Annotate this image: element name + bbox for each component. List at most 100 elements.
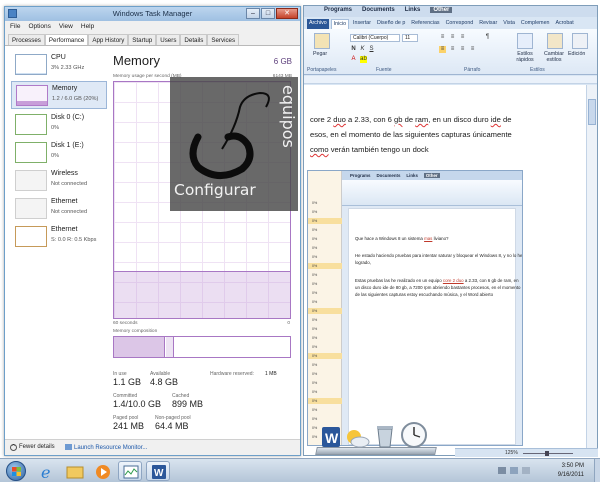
document-text[interactable]: core 2 duo a 2.33, con 6 gb de ram, en u… (310, 112, 582, 157)
align-right-icon[interactable]: ≡ (459, 46, 466, 53)
underline-icon[interactable]: S (368, 46, 375, 53)
numbering-icon[interactable]: ≡ (449, 34, 456, 41)
folder-icon (66, 466, 84, 479)
resource-disk-0[interactable]: Disk 0 (C:) 0% (11, 111, 107, 139)
tab-revisar[interactable]: Revisar (477, 19, 499, 29)
show-desktop-button[interactable] (594, 459, 600, 482)
italic-icon[interactable]: K (359, 46, 366, 53)
resource-ethernet-1[interactable]: Ethernet Not connected (11, 195, 107, 223)
taskbar-task-manager[interactable] (118, 461, 142, 481)
weather-icon[interactable] (344, 427, 370, 449)
volume-icon[interactable] (510, 467, 518, 474)
tab-details[interactable]: Details (180, 34, 208, 45)
tab-vista[interactable]: Vista (501, 19, 517, 29)
taskbar-explorer[interactable] (62, 461, 86, 481)
vertical-scrollbar[interactable] (586, 85, 597, 455)
start-button[interactable] (6, 461, 26, 481)
graph-zero-label: 0 (287, 321, 290, 326)
resource-detail: 3% 2.33 GHz (51, 65, 85, 71)
scroll-thumb[interactable] (588, 99, 596, 125)
group-clipboard: Portapapeles (307, 67, 337, 73)
font-family-select[interactable]: Calibri (Cuerpo) (350, 34, 400, 42)
tab-referencias[interactable]: Referencias (409, 19, 441, 29)
task-manager-footer: ^ Fewer details Launch Resource Monitor..… (5, 439, 300, 455)
tab-acrobat[interactable]: Acrobat (553, 19, 575, 29)
bullets-icon[interactable]: ≡ (439, 34, 446, 41)
resource-monitor-link[interactable]: Launch Resource Monitor... (65, 444, 147, 451)
clock-time[interactable]: 3:50 PM (562, 463, 584, 469)
tab-users[interactable]: Users (156, 34, 181, 45)
quick-styles-button[interactable]: Estilos rápidos (511, 51, 539, 63)
resource-detail: Not connected (51, 181, 88, 187)
tab-app-history[interactable]: App History (88, 34, 129, 45)
task-manager-window: Windows Task Manager – □ ✕ File Options … (4, 6, 301, 456)
editing-icon[interactable] (572, 33, 588, 49)
bold-icon[interactable]: N (350, 46, 357, 53)
clock-date[interactable]: 9/16/2011 (558, 472, 584, 478)
tab-complementos[interactable]: Complemen (519, 19, 552, 29)
justify-icon[interactable]: ≡ (469, 46, 476, 53)
resource-memory[interactable]: Memory 1.2 / 6.0 GB (20%) (11, 81, 107, 109)
tab-processes[interactable]: Processes (8, 34, 45, 45)
menu-links[interactable]: Links (405, 7, 421, 13)
resource-disk-1[interactable]: Disk 1 (E:) 0% (11, 139, 107, 167)
tab-performance[interactable]: Performance (44, 34, 89, 45)
paste-icon[interactable] (314, 33, 330, 49)
minimize-button[interactable]: – (246, 8, 260, 19)
menu-other[interactable]: Other (430, 7, 453, 13)
tab-startup[interactable]: Startup (128, 34, 157, 45)
fewer-details-label: Fewer details (19, 444, 55, 450)
quick-styles-icon[interactable] (517, 33, 533, 49)
tab-inicio[interactable]: Inicio (330, 19, 350, 29)
taskbar-media-player[interactable] (90, 461, 114, 481)
network-icon[interactable] (498, 467, 506, 474)
composition-modified (166, 337, 174, 357)
highlight-icon[interactable]: ab (360, 56, 367, 63)
embedded-ribbon (342, 180, 522, 206)
tab-insertar[interactable]: Insertar (351, 19, 373, 29)
svg-text:e: e (41, 463, 50, 482)
menu-help[interactable]: Help (81, 21, 94, 32)
resource-cpu[interactable]: CPU 3% 2.33 GHz (11, 51, 107, 79)
tab-correspondencia[interactable]: Correspond (444, 19, 476, 29)
memory-usage-fill (114, 270, 290, 318)
change-styles-icon[interactable] (547, 33, 563, 49)
font-color-icon[interactable]: A (350, 56, 357, 63)
available-value: 4.8 GB (150, 377, 179, 387)
paragraph-marks-icon[interactable]: ¶ (484, 34, 491, 41)
change-styles-button[interactable]: Cambiar estilos (540, 51, 568, 63)
menu-documents[interactable]: Documents (362, 7, 395, 13)
menu-programs[interactable]: Programs (324, 7, 352, 13)
recycle-bin-icon[interactable] (374, 423, 396, 449)
tab-services[interactable]: Services (207, 34, 240, 45)
menu-file[interactable]: File (10, 21, 20, 32)
fewer-details-link[interactable]: ^ Fewer details (10, 444, 55, 451)
clock-icon[interactable] (400, 421, 428, 449)
align-center-icon[interactable]: ≡ (449, 46, 456, 53)
word-icon[interactable]: W (320, 425, 342, 449)
resource-ethernet-2[interactable]: Ethernet S: 0.0 R: 0.5 Kbps (11, 223, 107, 251)
resource-wireless[interactable]: Wireless Not connected (11, 167, 107, 195)
maximize-button[interactable]: □ (261, 8, 275, 19)
zoom-slider-knob[interactable] (545, 451, 549, 456)
menu-view[interactable]: View (59, 21, 73, 32)
resource-name: Wireless (51, 170, 78, 177)
align-left-icon[interactable]: ≡ (439, 46, 446, 53)
hw-reserved-value: 1 MB (265, 371, 277, 377)
close-button[interactable]: ✕ (276, 8, 298, 19)
title-bar[interactable]: Windows Task Manager – □ ✕ (5, 7, 300, 21)
paste-button[interactable]: Pegar (313, 51, 327, 57)
taskbar-internet-explorer[interactable]: e (34, 461, 58, 482)
taskbar-word[interactable]: W (146, 461, 170, 481)
process-cpu-value: 0% (312, 291, 318, 295)
tab-archivo[interactable]: Archivo (307, 19, 329, 29)
font-size-select[interactable]: 11 (402, 34, 418, 42)
tab-diseno[interactable]: Diseño de p (375, 19, 407, 29)
editing-button[interactable]: Edición (568, 51, 585, 57)
multilevel-icon[interactable]: ≡ (459, 34, 466, 41)
wireless-sparkline (15, 170, 47, 191)
menu-options[interactable]: Options (28, 21, 50, 32)
ruler[interactable] (304, 76, 597, 84)
process-cpu-value: 0% (312, 354, 318, 358)
flag-icon[interactable] (522, 467, 530, 474)
